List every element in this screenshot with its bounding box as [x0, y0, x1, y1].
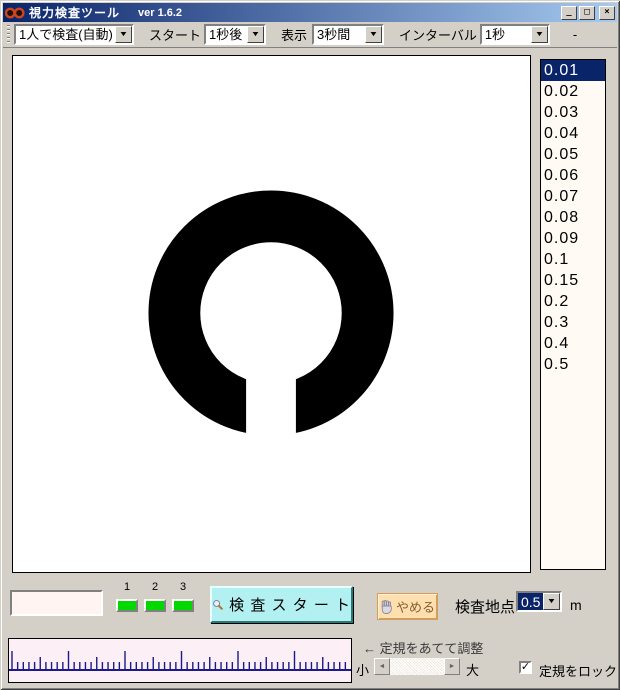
answer-input[interactable]	[10, 590, 103, 616]
acuity-list-item[interactable]: 0.3	[541, 312, 605, 333]
maximize-icon[interactable]: □	[579, 5, 595, 20]
chevron-down-icon[interactable]: ▼	[365, 26, 383, 43]
acuity-list-item[interactable]: 0.1	[541, 249, 605, 270]
magnifier-icon	[213, 599, 223, 610]
acuity-list-item[interactable]: 0.2	[541, 291, 605, 312]
indicator-label: 3	[179, 581, 187, 593]
acuity-list: 0.01 0.02 0.03 0.04 0.05 0.06 0.07 0.08 0.09 0.1 0…	[540, 59, 606, 570]
toolbar: 1人で検査(自動) ▼ スタート 1秒後 ▼ 表示 3秒間 ▼ インターバル 1…	[3, 22, 617, 48]
start-test-label: 検 査 ス タ ー ト	[229, 597, 351, 614]
start-delay-select[interactable]: 1秒後 ▼	[204, 24, 267, 45]
optotype-canvas	[12, 55, 531, 573]
acuity-list-item[interactable]: 0.08	[541, 207, 605, 228]
ruler-ticks	[9, 651, 351, 671]
chevron-down-icon[interactable]: ▼	[530, 26, 548, 43]
start-label: スタート	[149, 28, 202, 43]
close-icon[interactable]: ×	[599, 5, 615, 20]
display-duration-select[interactable]: 3秒間 ▼	[312, 24, 385, 45]
acuity-list-item[interactable]: 0.05	[541, 144, 605, 165]
acuity-list-item[interactable]: 0.02	[541, 81, 605, 102]
chevron-down-icon[interactable]: ▼	[247, 26, 265, 43]
start-test-button[interactable]: 検 査 ス タ ー ト	[210, 586, 353, 623]
scroll-right-icon[interactable]: ►	[444, 658, 460, 675]
window-title: 視力検査ツール	[29, 6, 121, 20]
acuity-list-item[interactable]: 0.09	[541, 228, 605, 249]
mode-select[interactable]: 1人で検査(自動) ▼	[14, 24, 134, 45]
adjust-hint-label: ← 定規をあてて調整	[363, 641, 484, 656]
interval-select[interactable]: 1秒 ▼	[479, 24, 550, 45]
acuity-list-item[interactable]: 0.15	[541, 270, 605, 291]
chevron-down-icon[interactable]: ▼	[115, 26, 132, 43]
landolt-c	[148, 190, 394, 445]
toolbar-grip-handle[interactable]	[7, 24, 10, 45]
title-bar: 視力検査ツール ver 1.6.2 _ □ ×	[3, 3, 617, 22]
size-scrollbar[interactable]: ◄ ►	[374, 658, 460, 675]
indicator-led	[172, 599, 194, 612]
lock-ruler-checkbox[interactable]: ✓	[519, 661, 532, 674]
indicator-led	[144, 599, 166, 612]
scroll-left-icon[interactable]: ◄	[374, 658, 390, 675]
indicator-1: 1	[115, 581, 139, 612]
scrollbar-track[interactable]	[390, 658, 444, 675]
acuity-list-item[interactable]: 0.07	[541, 186, 605, 207]
app-eyes-icon	[5, 7, 25, 18]
acuity-list-item[interactable]: 0.06	[541, 165, 605, 186]
distance-unit-label: m	[570, 597, 582, 613]
app-window: 視力検査ツール ver 1.6.2 _ □ × 1人で検査(自動) ▼ スタート…	[0, 0, 620, 690]
large-label: 大	[466, 663, 480, 678]
acuity-list-item[interactable]: 0.04	[541, 123, 605, 144]
window-version: ver 1.6.2	[138, 6, 183, 19]
indicator-label: 1	[123, 581, 131, 593]
indicator-label: 2	[151, 581, 159, 593]
acuity-list-item[interactable]: 0.5	[541, 354, 605, 375]
acuity-list-item[interactable]: 0.03	[541, 102, 605, 123]
display-label: 表示	[281, 28, 308, 43]
minimize-icon[interactable]: _	[561, 5, 577, 20]
interval-label: インターバル	[399, 28, 477, 43]
small-label: 小	[356, 663, 370, 678]
toolbar-status: -	[572, 27, 578, 42]
distance-select[interactable]: 0.5 ▼	[516, 591, 562, 612]
indicator-2: 2	[143, 581, 167, 612]
hand-icon	[381, 599, 392, 614]
indicator-led	[116, 599, 138, 612]
check-icon: ✓	[520, 661, 531, 673]
calibration-ruler	[8, 638, 352, 683]
chevron-down-icon[interactable]: ▼	[543, 593, 560, 610]
distance-label: 検査地点	[455, 599, 516, 616]
lock-ruler-label: 定規をロック	[539, 664, 618, 679]
acuity-list-item[interactable]: 0.01	[541, 60, 605, 81]
stop-label: やめる	[395, 600, 435, 615]
stop-button[interactable]: やめる	[377, 593, 438, 620]
acuity-list-item[interactable]: 0.4	[541, 333, 605, 354]
indicator-3: 3	[171, 581, 195, 612]
